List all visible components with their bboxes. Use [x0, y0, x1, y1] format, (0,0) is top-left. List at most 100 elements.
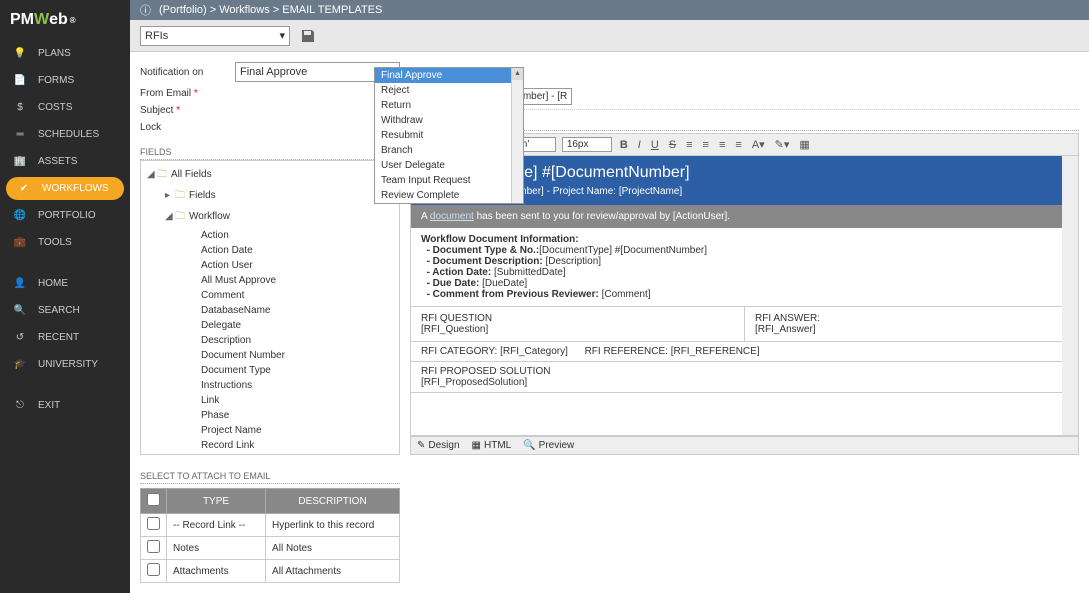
tree-workflow[interactable]: ◢🗀Workflow — [141, 207, 399, 228]
table-row: AttachmentsAll Attachments — [141, 560, 400, 583]
chevron-down-icon: ▾ — [279, 29, 285, 42]
tree-item[interactable]: Role — [141, 453, 399, 455]
tree-item[interactable]: Document Type — [141, 363, 399, 378]
attach-row-checkbox[interactable] — [147, 540, 160, 553]
editor-footer: ✎Design ▦HTML 🔍Preview — [410, 436, 1079, 455]
notification-dropdown-list[interactable]: Final ApproveRejectReturnWithdrawResubmi… — [374, 67, 524, 204]
preview-tab[interactable]: 🔍Preview — [523, 440, 574, 451]
dropdown-option[interactable]: Final Approve — [375, 68, 523, 83]
briefcase-icon: 💼 — [12, 237, 28, 248]
sidebar-item-forms[interactable]: 📄FORMS — [0, 67, 130, 94]
align-right-button[interactable]: ≡ — [717, 139, 727, 151]
grad-icon: 🎓 — [12, 359, 28, 370]
sidebar-item-label: TOOLS — [38, 237, 118, 248]
sidebar-item-label: UNIVERSITY — [38, 359, 118, 370]
grid-icon: ▦ — [472, 440, 481, 451]
attach-header: SELECT TO ATTACH TO EMAIL — [140, 469, 400, 484]
dollar-icon: $ — [12, 102, 28, 113]
dropdown-option[interactable]: User Delegate — [375, 158, 523, 173]
tree-item[interactable]: Project Name — [141, 423, 399, 438]
sidebar-item-university[interactable]: 🎓 UNIVERSITY — [0, 351, 130, 378]
attach-row-checkbox[interactable] — [147, 517, 160, 530]
table-button[interactable]: ▦ — [797, 138, 811, 151]
doc-category-row: RFI CATEGORY: [RFI_Category] RFI REFEREN… — [411, 342, 1078, 362]
doc-solution-row: RFI PROPOSED SOLUTION [RFI_ProposedSolut… — [411, 362, 1078, 393]
lock-label: Lock — [140, 122, 235, 133]
exit-icon: ⎋ — [12, 400, 28, 411]
sidebar-item-label: RECENT — [38, 332, 118, 343]
tree-fields[interactable]: ▸🗀Fields — [141, 186, 399, 207]
scroll-up-icon[interactable]: ▴ — [512, 68, 523, 80]
sidebar-item-label: PORTFOLIO — [38, 210, 118, 221]
history-icon: ↺ — [12, 332, 28, 343]
tree-item[interactable]: Action User — [141, 258, 399, 273]
attach-row-checkbox[interactable] — [147, 563, 160, 576]
sidebar-item-schedules[interactable]: ═SCHEDULES — [0, 121, 130, 148]
align-justify-button[interactable]: ≡ — [733, 139, 743, 151]
tree-item[interactable]: Delegate — [141, 318, 399, 333]
tree-root[interactable]: ◢🗀All Fields — [141, 165, 399, 186]
tree-item[interactable]: Action — [141, 228, 399, 243]
dropdown-option[interactable]: Return — [375, 98, 523, 113]
info-icon[interactable]: ⓘ — [140, 2, 151, 18]
sidebar-item-portfolio[interactable]: 🌐PORTFOLIO — [0, 202, 130, 229]
align-left-button[interactable]: ≡ — [684, 139, 694, 151]
tree-item[interactable]: Phase — [141, 408, 399, 423]
font-size-select[interactable]: 16px — [562, 137, 612, 152]
document-link[interactable]: document — [430, 211, 474, 222]
sidebar-item-recent[interactable]: ↺ RECENT — [0, 324, 130, 351]
tree-item[interactable]: Description — [141, 333, 399, 348]
table-row: -- Record Link --Hyperlink to this recor… — [141, 514, 400, 537]
bold-button[interactable]: B — [618, 139, 630, 151]
sidebar-item-tools[interactable]: 💼 TOOLS — [0, 229, 130, 256]
magnify-icon: 🔍 — [523, 440, 535, 451]
tree-item[interactable]: Document Number — [141, 348, 399, 363]
dropdown-option[interactable]: Team Input Request — [375, 173, 523, 188]
sidebar-item-label: ASSETS — [38, 156, 118, 167]
tree-item[interactable]: DatabaseName — [141, 303, 399, 318]
dropdown-option[interactable]: Reject — [375, 83, 523, 98]
strike-button[interactable]: S — [667, 139, 678, 151]
attach-select-all[interactable] — [147, 493, 160, 506]
sidebar-item-home[interactable]: 👤HOME — [0, 270, 130, 297]
dropdown-option[interactable]: Branch — [375, 143, 523, 158]
highlight-button[interactable]: ✎▾ — [773, 138, 792, 151]
sidebar-item-costs[interactable]: $COSTS — [0, 94, 130, 121]
doc-columns: RFI QUESTION[RFI_Question] RFI ANSWER:[R… — [411, 307, 1078, 342]
font-color-button[interactable]: A▾ — [750, 138, 767, 151]
record-type-dropdown[interactable]: RFIs▾ — [140, 26, 290, 46]
sidebar-item-workflows[interactable]: ✔WORKFLOWS — [6, 177, 124, 200]
logo: PMWeb® — [0, 0, 130, 40]
tree-item[interactable]: Link — [141, 393, 399, 408]
underline-button[interactable]: U — [649, 139, 661, 151]
fields-tree[interactable]: ◢🗀All Fields ▸🗀Fields ◢🗀Workflow ActionA… — [140, 160, 400, 455]
tree-item[interactable]: Instructions — [141, 378, 399, 393]
sidebar-item-search[interactable]: 🔍SEARCH — [0, 297, 130, 324]
align-center-button[interactable]: ≡ — [701, 139, 711, 151]
breadcrumb-bar: ⓘ (Portfolio) > Workflows > EMAIL TEMPLA… — [130, 0, 1089, 20]
dropdown-option[interactable]: Resubmit — [375, 128, 523, 143]
sidebar-item-exit[interactable]: ⎋EXIT — [0, 392, 130, 419]
italic-button[interactable]: I — [636, 139, 643, 151]
doc-icon: 📄 — [12, 75, 28, 86]
attach-col-desc: DESCRIPTION — [266, 489, 400, 514]
subject-label: Subject * — [140, 105, 235, 116]
sidebar-item-assets[interactable]: 🏢ASSETS — [0, 148, 130, 175]
check-icon: ✔ — [16, 183, 32, 194]
dropdown-option[interactable]: Withdraw — [375, 113, 523, 128]
sidebar-item-plans[interactable]: 💡PLANS — [0, 40, 130, 67]
breadcrumb: (Portfolio) > Workflows > EMAIL TEMPLATE… — [159, 4, 382, 16]
editor-scrollbar[interactable] — [1062, 156, 1078, 435]
tree-item[interactable]: Action Date — [141, 243, 399, 258]
dropdown-option[interactable]: Review Complete — [375, 188, 523, 203]
bulb-icon: 💡 — [12, 48, 28, 59]
dropdown-scrollbar[interactable]: ▴ — [511, 68, 523, 203]
tree-item[interactable]: All Must Approve — [141, 273, 399, 288]
tree-item[interactable]: Record Link — [141, 438, 399, 453]
save-button[interactable] — [300, 28, 316, 44]
sidebar-item-label: SCHEDULES — [38, 129, 118, 140]
toolbar: RFIs▾ — [130, 20, 1089, 52]
tree-item[interactable]: Comment — [141, 288, 399, 303]
html-tab[interactable]: ▦HTML — [472, 440, 512, 451]
design-tab[interactable]: ✎Design — [417, 440, 460, 451]
